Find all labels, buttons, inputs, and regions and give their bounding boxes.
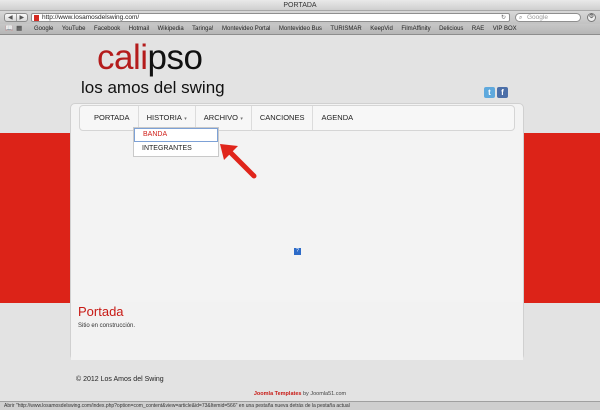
bookmark-item[interactable]: Delicious	[439, 24, 463, 34]
bookmark-item[interactable]: Google	[34, 24, 53, 34]
forward-icon[interactable]: ▶	[15, 14, 28, 21]
annotation-arrow-icon	[220, 144, 257, 179]
content-panel: PORTADA HISTORIA ▾ ARCHIVO ▾ CANCIONES A…	[70, 103, 524, 360]
bookmarks-bar: 📖 ▦ Google YouTube Facebook Hotmail Wiki…	[0, 24, 600, 35]
chevron-down-icon: ▾	[182, 115, 187, 122]
bookmark-item[interactable]: TURISMAR	[330, 24, 361, 34]
logo-text-dark: pso	[147, 38, 203, 77]
site-tagline: los amos del swing	[81, 78, 225, 97]
settings-icon[interactable]: ⚙	[587, 13, 596, 22]
footer-credit: Joomla Templates by Joomla51.com	[0, 391, 600, 397]
reload-icon[interactable]: ↻	[501, 14, 506, 22]
menu-item-portada[interactable]: PORTADA	[86, 106, 139, 130]
search-icon: ⌕	[519, 15, 523, 21]
reading-list-icon[interactable]: 📖	[5, 24, 13, 34]
bookmark-item[interactable]: Facebook	[94, 24, 120, 34]
bookmark-item[interactable]: YouTube	[62, 24, 86, 34]
site-logo[interactable]: calipso los amos del swing	[81, 38, 225, 98]
favicon-icon	[34, 15, 39, 21]
status-text: Abrir "http://www.losamosdelswing.com/in…	[4, 403, 350, 409]
bookmark-item[interactable]: Wikipedia	[158, 24, 184, 34]
search-input[interactable]	[527, 14, 577, 21]
search-box[interactable]: ⌕	[515, 13, 581, 22]
bookmark-item[interactable]: Montevideo Portal	[222, 24, 270, 34]
facebook-icon[interactable]: f	[497, 87, 508, 98]
bookmark-list: Google YouTube Facebook Hotmail Wikipedi…	[30, 24, 517, 34]
nav-buttons: ◀ ▶	[4, 13, 28, 22]
top-sites-icon[interactable]: ▦	[16, 24, 22, 34]
footer-credit-text: by Joomla51.com	[301, 391, 347, 397]
back-icon[interactable]: ◀	[5, 14, 16, 21]
logo-text-red: cali	[97, 38, 148, 77]
bookmark-item[interactable]: Montevideo Bus	[279, 24, 322, 34]
menu-item-agenda[interactable]: AGENDA	[313, 106, 361, 130]
historia-dropdown: BANDA INTEGRANTES	[133, 127, 219, 157]
dropdown-item-integrantes[interactable]: INTEGRANTES	[134, 142, 218, 156]
footer-copyright: © 2012 Los Amos del Swing	[76, 376, 164, 383]
bookmark-item[interactable]: VIP BOX	[493, 24, 517, 34]
social-links: t f	[484, 87, 508, 98]
bookmark-item[interactable]: FilmAffinity	[401, 24, 430, 34]
article: Portada Sitio en construcción.	[71, 302, 523, 360]
browser-toolbar: ◀ ▶ http://www.losamosdelswing.com/ ↻ ⌕ …	[0, 11, 600, 24]
menu-item-canciones[interactable]: CANCIONES	[252, 106, 314, 130]
chevron-down-icon: ▾	[238, 115, 243, 122]
address-url[interactable]: http://www.losamosdelswing.com/	[42, 14, 139, 22]
bookmark-item[interactable]: Hotmail	[129, 24, 149, 34]
bookmark-item[interactable]: KeepVid	[370, 24, 393, 34]
address-bar[interactable]: http://www.losamosdelswing.com/ ↻	[31, 13, 510, 22]
status-bar: Abrir "http://www.losamosdelswing.com/in…	[0, 401, 600, 410]
twitter-icon[interactable]: t	[484, 87, 495, 98]
window-titlebar: PORTADA	[0, 0, 600, 11]
missing-plugin-icon: ?	[294, 248, 301, 255]
dropdown-item-banda[interactable]: BANDA	[134, 128, 218, 142]
joomla-templates-link[interactable]: Joomla Templates	[254, 391, 302, 397]
web-page: calipso los amos del swing t f PORTADA H…	[0, 35, 600, 401]
bookmark-item[interactable]: RAE	[472, 24, 484, 34]
article-title: Portada	[78, 304, 124, 319]
bookmark-item[interactable]: Taringa!	[192, 24, 213, 34]
window-title: PORTADA	[283, 2, 317, 9]
article-body: Sitio en construcción.	[78, 323, 136, 329]
